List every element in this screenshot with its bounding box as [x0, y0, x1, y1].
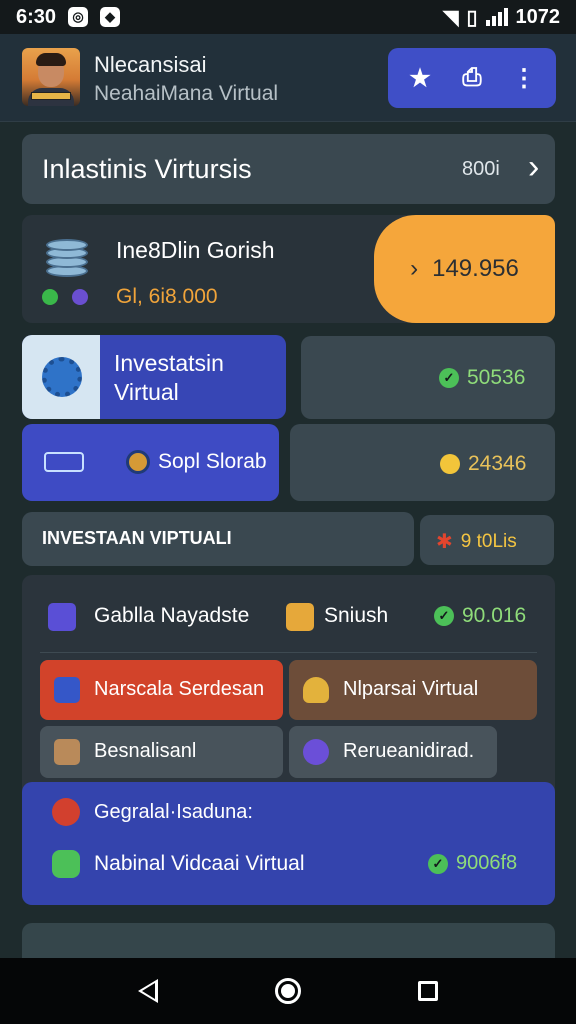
invest-tile-label: Investatsin Virtual [114, 349, 224, 407]
status-time: 6:30 [16, 5, 57, 28]
summary-value-text: 90.016 [462, 604, 527, 627]
button-nlparsai[interactable]: Nlparsai Virtual [289, 660, 537, 720]
balance-card[interactable]: Ine8Dlin Gorish Gl, 6i8.000 › 149.956 [22, 215, 555, 323]
invest-virtual-tile[interactable]: Investatsin Virtual [22, 335, 286, 419]
puzzle-icon [54, 677, 80, 703]
network-icon [303, 739, 329, 765]
coin-stack-icon [46, 239, 88, 279]
spot-tile-label: Sopl Slorab [158, 450, 267, 473]
more-vert-icon[interactable]: ⋮ [504, 64, 544, 93]
button-label: Nlparsai Virtual [343, 678, 479, 700]
header-actions: ★ ⎙ ⋮ [388, 48, 556, 108]
spot-tile[interactable]: Sopl Slorab [22, 424, 279, 501]
section-title: INVESTAAN VIPTUALI [42, 528, 232, 548]
status-bar: 6:30 ◎ ◆ ◥ ▯ 1072 [0, 0, 576, 34]
recent-apps-icon[interactable] [417, 981, 438, 1001]
button-besnalisanl[interactable]: Besnalisanl [40, 726, 283, 778]
gear-icon [42, 357, 82, 397]
spot-value-tile[interactable]: 24346 [290, 424, 555, 501]
panel-summary-row[interactable]: Gablla Nayadste Sniush ✓ 90.016 [48, 599, 536, 635]
chat-icon [52, 850, 80, 878]
sub-row-1-label: Gegralal·Isaduna: [94, 800, 253, 823]
wallet-icon [54, 739, 80, 765]
invest-tile-label-line1: Investatsin [114, 350, 224, 376]
summary-mid-label: Sniush [324, 604, 389, 627]
check-icon: ✓ [428, 853, 448, 874]
home-icon[interactable] [274, 978, 301, 1004]
vibrate-icon: ▯ [466, 6, 478, 29]
check-icon: ✓ [439, 368, 459, 388]
star-burst-icon: ✱ [436, 531, 453, 553]
sub-panel: Gegralal·Isaduna: Nabinal Vidcaai Virtua… [22, 782, 555, 905]
balance-title: Ine8Dlin Gorish [116, 237, 275, 263]
spot-value: 24346 [440, 452, 526, 476]
main-panel: Gablla Nayadste Sniush ✓ 90.016 Narscala… [22, 575, 555, 905]
button-rerueanidirad[interactable]: Rerueanidirad. [289, 726, 497, 778]
system-nav-bar [0, 958, 576, 1024]
invest-value: ✓ 50536 [439, 366, 525, 390]
document-icon [48, 603, 76, 631]
app-header: Nlecansisai NeahaiMana Virtual ★ ⎙ ⋮ [0, 34, 576, 122]
sub-row-1[interactable]: Gegralal·Isaduna: [52, 796, 253, 828]
ticket-icon [44, 452, 84, 472]
green-dot-icon [42, 289, 58, 305]
section-count-text: 9 t0Lis [460, 530, 517, 552]
page-title: Inlastinis Virtursis [42, 154, 252, 184]
button-narscala[interactable]: Narscala Serdesan [40, 660, 283, 720]
star-icon[interactable]: ★ [400, 64, 440, 93]
button-label: Rerueanidirad. [343, 740, 475, 762]
wifi-icon: ◥ [443, 6, 459, 29]
media-icon [52, 798, 80, 826]
invest-value-text: 50536 [467, 366, 526, 389]
badge-icon [126, 450, 150, 474]
button-label: Besnalisanl [94, 740, 197, 762]
balance-subtitle: Gl, 6i8.000 [116, 285, 218, 308]
chevron-right-icon: › [528, 148, 540, 186]
summary-value: ✓ 90.016 [434, 604, 526, 628]
purple-dot-icon [72, 289, 88, 305]
summary-left-label: Gablla Nayadste [94, 604, 250, 627]
section-count-chip[interactable]: ✱ 9 t0Lis [420, 515, 554, 565]
invest-tile-label-line2: Virtual [114, 379, 179, 405]
status-battery-text: 1072 [515, 5, 561, 28]
spot-value-text: 24346 [468, 452, 527, 475]
title-card[interactable]: Inlastinis Virtursis 800i › [22, 134, 555, 204]
user-subtitle: NeahaiMana Virtual [94, 82, 279, 105]
chevron-right-icon: › [410, 255, 419, 282]
coin-icon [440, 454, 460, 474]
sub-value: ✓ 9006f8 [428, 852, 517, 875]
divider [40, 652, 537, 653]
section-count: ✱ 9 t0Lis [436, 529, 517, 554]
sub-row-2-label: Nabinal Vidcaai Virtual [94, 852, 305, 875]
signal-icon [485, 8, 508, 26]
sub-row-2[interactable]: Nabinal Vidcaai Virtual [52, 846, 305, 882]
user-name: Nlecansisai [94, 52, 207, 77]
balance-pill[interactable]: › 149.956 [374, 215, 555, 323]
balance-value: 149.956 [432, 255, 519, 282]
folder-icon [286, 603, 314, 631]
share-icon[interactable]: ⎙ [452, 64, 492, 92]
app-notification-icon: ◆ [100, 7, 121, 27]
back-icon[interactable] [138, 979, 159, 1003]
section-header: INVESTAAN VIPTUALI [22, 512, 414, 566]
button-label: Narscala Serdesan [94, 678, 265, 700]
invest-value-tile[interactable]: ✓ 50536 [301, 336, 555, 419]
avatar[interactable] [22, 48, 80, 106]
sub-value-text: 9006f8 [456, 852, 518, 874]
basket-icon [303, 677, 329, 703]
check-icon: ✓ [434, 606, 454, 626]
title-count: 800i [462, 158, 500, 180]
notification-icon: ◎ [68, 7, 89, 27]
